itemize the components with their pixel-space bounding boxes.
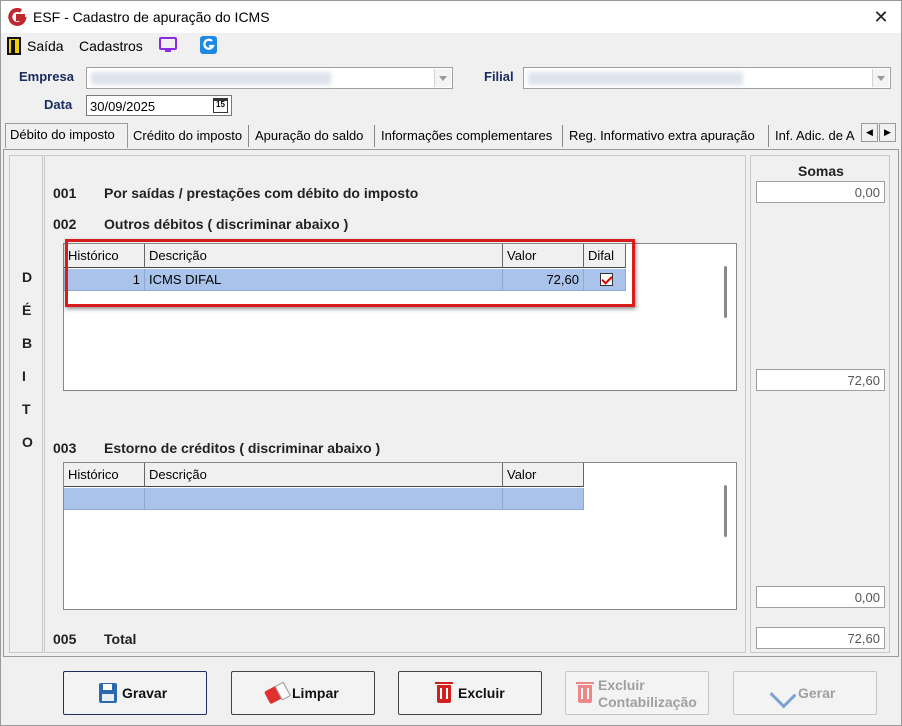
g-app-icon[interactable] bbox=[200, 36, 217, 54]
limpar-label: Limpar bbox=[292, 685, 339, 701]
section-number: 003 bbox=[53, 440, 77, 456]
limpar-button[interactable]: Limpar bbox=[231, 671, 375, 715]
monitor-icon[interactable] bbox=[159, 37, 177, 53]
menu-saida[interactable]: Saída bbox=[27, 38, 64, 54]
tab-credito-imposto[interactable]: Crédito do imposto bbox=[129, 125, 249, 147]
empresa-label: Empresa bbox=[19, 69, 74, 84]
empresa-select[interactable] bbox=[86, 67, 453, 89]
gravar-label: Gravar bbox=[122, 685, 168, 701]
tab-informacoes-complementares[interactable]: Informações complementares bbox=[377, 125, 563, 147]
trash-icon bbox=[435, 682, 453, 703]
floppy-disk-icon bbox=[99, 683, 117, 703]
vertical-letter: D bbox=[22, 269, 33, 285]
debito-vertical-label: D É B I T O bbox=[9, 155, 43, 653]
tab-strip: Débito do imposto Crédito do imposto Apu… bbox=[3, 123, 901, 149]
grid-header: Histórico Descrição Valor bbox=[64, 463, 584, 487]
title-bar: ESF - Cadastro de apuração do ICMS ✕ bbox=[1, 1, 901, 33]
vertical-letter: T bbox=[22, 401, 31, 417]
section-number: 001 bbox=[53, 185, 77, 201]
col-historico[interactable]: Histórico bbox=[64, 463, 145, 487]
section-title: Outros débitos ( discriminar abaixo ) bbox=[104, 216, 349, 232]
cell-historico[interactable] bbox=[64, 488, 145, 510]
data-label: Data bbox=[44, 97, 73, 112]
data-value[interactable]: 30/09/2025 bbox=[90, 99, 155, 114]
section-number: 002 bbox=[53, 216, 77, 232]
gravar-button[interactable]: Gravar bbox=[63, 671, 207, 715]
cell-descricao[interactable] bbox=[145, 488, 503, 510]
menu-bar: Saída Cadastros bbox=[1, 33, 901, 59]
sums-title: Somas bbox=[798, 163, 844, 179]
gerar-label: Gerar bbox=[798, 685, 836, 701]
estorno-creditos-grid[interactable]: Histórico Descrição Valor bbox=[63, 462, 737, 610]
gerar-button[interactable]: Gerar bbox=[733, 671, 877, 715]
vertical-letter: B bbox=[22, 335, 33, 351]
cell-valor[interactable] bbox=[503, 488, 584, 510]
scrollbar-thumb[interactable] bbox=[724, 485, 727, 537]
tab-apuracao-saldo[interactable]: Apuração do saldo bbox=[251, 125, 375, 147]
sum-total: 72,60 bbox=[756, 627, 885, 649]
filial-value-redacted bbox=[528, 72, 743, 85]
trash-icon bbox=[576, 682, 594, 703]
filial-select[interactable] bbox=[523, 67, 891, 89]
debito-panel: D É B I T O 001 Por saídas / prestações … bbox=[3, 149, 899, 657]
annotation-highlight bbox=[65, 239, 635, 307]
col-valor[interactable]: Valor bbox=[503, 463, 584, 487]
sum-002: 72,60 bbox=[756, 369, 885, 391]
sums-panel: Somas 0,00 72,60 0,00 72,60 bbox=[750, 155, 890, 653]
vertical-letter: I bbox=[22, 368, 26, 384]
tab-inf-adic[interactable]: Inf. Adic. de A bbox=[771, 125, 861, 147]
calendar-icon[interactable]: 15 bbox=[213, 98, 228, 113]
section-title: Total bbox=[104, 631, 137, 647]
excluir-contab-label-1: Excluir bbox=[598, 677, 645, 693]
empresa-value-redacted bbox=[91, 72, 331, 85]
scrollbar-thumb[interactable] bbox=[724, 266, 727, 318]
tab-reg-informativo[interactable]: Reg. Informativo extra apuração bbox=[565, 125, 769, 147]
checkmark-icon bbox=[769, 681, 797, 709]
section-title: Estorno de créditos ( discriminar abaixo… bbox=[104, 440, 381, 456]
section-title: Por saídas / prestações com débito do im… bbox=[104, 185, 419, 201]
excluir-contabilizacao-button[interactable]: Excluir Contabilização bbox=[565, 671, 709, 715]
window-title: ESF - Cadastro de apuração do ICMS bbox=[33, 9, 270, 25]
close-button[interactable]: ✕ bbox=[869, 6, 893, 28]
excluir-contab-label-2: Contabilização bbox=[598, 694, 697, 710]
main-window: ESF - Cadastro de apuração do ICMS ✕ Saí… bbox=[0, 0, 902, 726]
vertical-letter: É bbox=[22, 302, 32, 318]
data-field[interactable]: 30/09/2025 15 bbox=[86, 95, 232, 116]
menu-cadastros[interactable]: Cadastros bbox=[79, 38, 143, 54]
col-descricao[interactable]: Descrição bbox=[145, 463, 503, 487]
tab-debito-imposto[interactable]: Débito do imposto bbox=[5, 123, 128, 148]
tab-scroll-left-icon[interactable]: ◀ bbox=[861, 123, 878, 142]
excluir-label: Excluir bbox=[458, 685, 505, 701]
app-logo-icon bbox=[8, 8, 27, 26]
filial-label: Filial bbox=[484, 69, 514, 84]
eraser-icon bbox=[264, 681, 290, 705]
tab-scroll-right-icon[interactable]: ▶ bbox=[879, 123, 896, 142]
chevron-down-icon[interactable] bbox=[872, 69, 889, 87]
excluir-button[interactable]: Excluir bbox=[398, 671, 542, 715]
exit-icon[interactable] bbox=[7, 37, 21, 55]
debito-content: 001 Por saídas / prestações com débito d… bbox=[44, 155, 746, 653]
chevron-down-icon[interactable] bbox=[434, 69, 451, 87]
section-number: 005 bbox=[53, 631, 77, 647]
vertical-letter: O bbox=[22, 434, 33, 450]
sum-003: 0,00 bbox=[756, 586, 885, 608]
table-row[interactable] bbox=[64, 488, 584, 510]
sum-001: 0,00 bbox=[756, 181, 885, 203]
